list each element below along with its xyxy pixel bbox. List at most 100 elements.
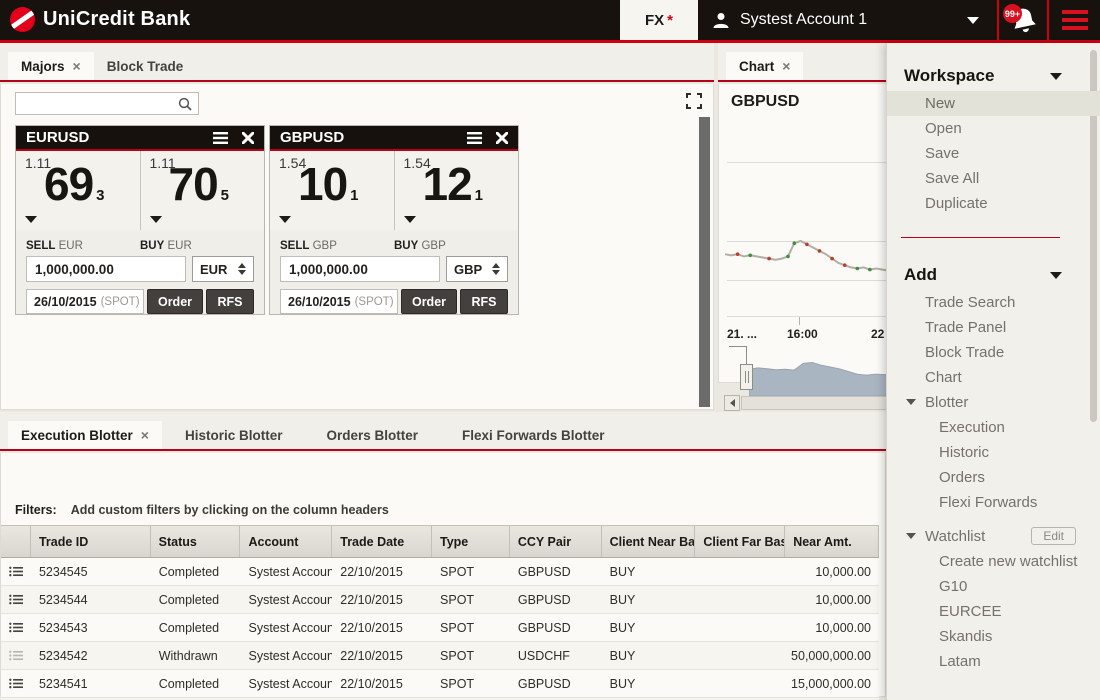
menu-section-add[interactable]: Add: [887, 260, 1100, 290]
close-tab-icon[interactable]: ×: [782, 58, 790, 74]
sell-price-button[interactable]: 1.11693: [16, 151, 141, 230]
table-row[interactable]: 5234544CompletedSystest Account 122/10/2…: [1, 586, 879, 614]
close-tab-icon[interactable]: ×: [141, 427, 149, 443]
table-cell: BUY: [602, 642, 696, 669]
menu-item-trade-panel[interactable]: Trade Panel: [887, 315, 1100, 340]
notifications-button[interactable]: 99+: [997, 0, 1049, 40]
order-button[interactable]: Order: [147, 289, 203, 314]
column-header-status[interactable]: Status: [151, 526, 241, 557]
row-details-icon: [9, 621, 23, 634]
row-menu-button[interactable]: [1, 670, 31, 697]
watchlist-content: EURUSD1.116931.11705SELL EURBUY EUR1,000…: [0, 84, 714, 410]
row-menu-button[interactable]: [1, 558, 31, 585]
tab-execution-blotter[interactable]: Execution Blotter ×: [8, 421, 162, 449]
menu-item-trade-search[interactable]: Trade Search: [887, 290, 1100, 315]
tab-flexi-forwards-blotter[interactable]: Flexi Forwards Blotter: [449, 421, 618, 449]
menu-item-block-trade[interactable]: Block Trade: [887, 340, 1100, 365]
watchlist-edit-button[interactable]: Edit: [1031, 527, 1076, 545]
order-button[interactable]: Order: [401, 289, 457, 314]
rfs-button[interactable]: RFS: [206, 289, 254, 314]
menu-item-g10[interactable]: G10: [887, 574, 1100, 599]
caret-down-icon: [150, 216, 162, 223]
column-header-trade-date[interactable]: Trade Date: [332, 526, 432, 557]
tile-header[interactable]: GBPUSD: [270, 126, 518, 151]
amount-input[interactable]: 1,000,000.00: [280, 256, 440, 282]
amount-input[interactable]: 1,000,000.00: [26, 256, 186, 282]
menu-item-execution[interactable]: Execution: [887, 415, 1100, 440]
tile-pair-label: EURUSD: [26, 129, 89, 146]
vertical-scrollbar[interactable]: [699, 117, 710, 407]
column-header-ccy-pair[interactable]: CCY Pair: [510, 526, 602, 557]
table-cell: BUY: [602, 670, 696, 697]
hamburger-menu-button[interactable]: [1049, 0, 1100, 40]
menu-item-open[interactable]: Open: [887, 116, 1100, 141]
sell-price-button[interactable]: 1.54101: [270, 151, 395, 230]
tab-block-trade[interactable]: Block Trade: [94, 52, 197, 80]
menu-item-blotter[interactable]: Blotter: [887, 390, 1100, 415]
column-header-near-amt-[interactable]: Near Amt.: [785, 526, 879, 557]
tile-close-icon[interactable]: [242, 132, 254, 144]
menu-item-new[interactable]: New: [887, 91, 1100, 116]
rfs-button[interactable]: RFS: [460, 289, 508, 314]
tile-header[interactable]: EURUSD: [16, 126, 264, 151]
tab-orders-blotter[interactable]: Orders Blotter: [313, 421, 431, 449]
table-row[interactable]: 5234542WithdrawnSystest Account 122/10/2…: [1, 642, 879, 670]
tile-menu-icon[interactable]: [213, 132, 228, 144]
filters-hint: Add custom filters by clicking on the co…: [71, 503, 389, 517]
buy-price-button[interactable]: 1.11705: [141, 151, 265, 230]
column-header-type[interactable]: Type: [432, 526, 510, 557]
column-header-account[interactable]: Account: [240, 526, 332, 557]
column-header-actions[interactable]: [1, 526, 31, 557]
menu-item-orders[interactable]: Orders: [887, 465, 1100, 490]
column-header-client-near-bas[interactable]: Client Near Bas: [602, 526, 696, 557]
table-row[interactable]: 5234541CompletedSystest Account 122/10/2…: [1, 670, 879, 698]
row-menu-button[interactable]: [1, 586, 31, 613]
row-menu-button[interactable]: [1, 614, 31, 641]
column-header-trade-id[interactable]: Trade ID: [31, 526, 151, 557]
close-tab-icon[interactable]: ×: [73, 58, 81, 74]
tab-chart[interactable]: Chart ×: [726, 52, 803, 80]
menu-item-historic[interactable]: Historic: [887, 440, 1100, 465]
value-date-input[interactable]: 26/10/2015 (SPOT): [26, 289, 144, 314]
row-menu-button[interactable]: [1, 642, 31, 669]
expander-caret-icon[interactable]: [906, 399, 916, 405]
navigator-drag-handle[interactable]: [740, 364, 753, 390]
expander-caret-icon[interactable]: [906, 533, 916, 539]
value-date-input[interactable]: 26/10/2015 (SPOT): [280, 289, 398, 314]
navigator-range-line: [729, 346, 747, 366]
currency-select[interactable]: EUR: [192, 256, 254, 282]
tile-menu-icon[interactable]: [467, 132, 482, 144]
instrument-search-input[interactable]: [15, 92, 199, 115]
menu-item-watchlist[interactable]: WatchlistEdit: [887, 524, 1100, 549]
price-tile-eurusd: EURUSD1.116931.11705SELL EURBUY EUR1,000…: [15, 125, 265, 315]
menu-section-workspace[interactable]: Workspace: [887, 61, 1100, 91]
column-header-client-far-base[interactable]: Client Far Base: [695, 526, 785, 557]
menu-item-save-all[interactable]: Save All: [887, 166, 1100, 191]
menu-item-latam[interactable]: Latam: [887, 649, 1100, 674]
menu-item-chart[interactable]: Chart: [887, 365, 1100, 390]
x-axis-label: 16:00: [787, 327, 818, 341]
tab-fx-workspace[interactable]: FX *: [620, 0, 698, 40]
currency-select[interactable]: GBP: [446, 256, 508, 282]
chart-symbol: GBPUSD: [731, 93, 799, 111]
menu-item-duplicate[interactable]: Duplicate: [887, 191, 1100, 216]
scroll-left-button[interactable]: [724, 395, 740, 411]
fullscreen-button[interactable]: [686, 93, 704, 111]
menu-item-flexi-forwards[interactable]: Flexi Forwards: [887, 490, 1100, 515]
table-row[interactable]: 5234545CompletedSystest Account 122/10/2…: [1, 558, 879, 586]
buy-side-label: BUY EUR: [140, 240, 254, 252]
table-cell: 5234544: [31, 586, 151, 613]
table-cell: SPOT: [432, 614, 510, 641]
tile-close-icon[interactable]: [496, 132, 508, 144]
table-cell: 22/10/2015: [332, 642, 432, 669]
menu-item-eurcee[interactable]: EURCEE: [887, 599, 1100, 624]
table-row[interactable]: 5234543CompletedSystest Account 122/10/2…: [1, 614, 879, 642]
menu-item-create-new-watchlist[interactable]: Create new watchlist: [887, 549, 1100, 574]
buy-price-button[interactable]: 1.54121: [395, 151, 519, 230]
tab-historic-blotter[interactable]: Historic Blotter: [172, 421, 296, 449]
menu-item-save[interactable]: Save: [887, 141, 1100, 166]
account-selector[interactable]: Systest Account 1: [700, 0, 997, 40]
menu-item-skandis[interactable]: Skandis: [887, 624, 1100, 649]
tab-majors[interactable]: Majors ×: [8, 52, 94, 80]
table-cell: Completed: [151, 586, 241, 613]
